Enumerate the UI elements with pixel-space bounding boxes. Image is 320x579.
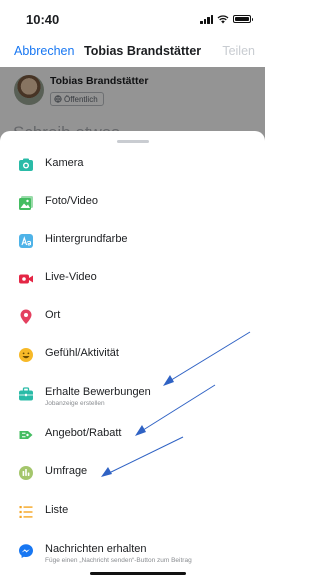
menu-item-label: Kamera — [45, 157, 84, 169]
menu-item-live-video[interactable]: Live-Video — [0, 263, 265, 301]
menu-item-label: Foto/Video — [45, 195, 99, 207]
menu-item-sublabel: Jobanzeige erstellen — [45, 400, 105, 407]
sheet-drag-handle[interactable] — [117, 140, 149, 143]
menu-item-label: Angebot/Rabatt — [45, 427, 122, 439]
home-indicator — [90, 572, 186, 575]
composer-nav-bar: Abbrechen Tobias Brandstätter Teilen — [0, 38, 265, 66]
poll-icon — [18, 465, 34, 481]
wifi-icon — [217, 14, 229, 23]
menu-item-label: Ort — [45, 309, 61, 321]
menu-item-label: Hintergrundfarbe — [45, 233, 128, 245]
menu-item-label: Umfrage — [45, 465, 88, 477]
post-options-sheet: Kamera Foto/Video Hintergrundfarbe Live-… — [0, 131, 265, 579]
camera-icon — [18, 157, 34, 173]
messenger-icon — [18, 543, 34, 559]
cancel-button[interactable]: Abbrechen — [14, 44, 74, 58]
menu-item-label: Live-Video — [45, 271, 97, 283]
menu-item-kamera[interactable]: Kamera — [0, 149, 265, 187]
status-icons — [200, 14, 253, 24]
location-pin-icon — [18, 309, 34, 325]
live-video-icon — [18, 271, 34, 287]
list-icon — [18, 504, 34, 520]
menu-item-hintergrundfarbe[interactable]: Hintergrundfarbe — [0, 225, 265, 263]
status-time: 10:40 — [26, 12, 60, 27]
text-background-icon — [18, 233, 34, 249]
menu-item-erhalte-bewerbungen[interactable]: Erhalte Bewerbungen Jobanzeige erstellen — [0, 378, 265, 416]
menu-item-label: Liste — [45, 504, 69, 516]
photo-icon — [18, 195, 34, 211]
menu-item-liste[interactable]: Liste — [0, 496, 265, 534]
menu-item-angebot-rabatt[interactable]: Angebot/Rabatt — [0, 419, 265, 457]
menu-item-gefuehl-aktivitaet[interactable]: Gefühl/Aktivität — [0, 339, 265, 377]
share-button[interactable]: Teilen — [222, 44, 255, 58]
menu-item-label: Erhalte Bewerbungen — [45, 386, 151, 398]
menu-item-sublabel: Füge einen „Nachricht senden“-Button zum… — [45, 557, 192, 564]
signal-icon — [200, 14, 213, 24]
battery-icon — [233, 15, 253, 23]
menu-item-ort[interactable]: Ort — [0, 301, 265, 339]
status-bar: 10:40 — [0, 0, 265, 36]
menu-item-nachrichten-erhalten[interactable]: Nachrichten erhalten Füge einen „Nachric… — [0, 535, 265, 573]
menu-item-foto-video[interactable]: Foto/Video — [0, 187, 265, 225]
menu-item-umfrage[interactable]: Umfrage — [0, 457, 265, 495]
page-title: Tobias Brandstätter — [84, 44, 202, 58]
offer-tag-icon — [18, 427, 34, 443]
emoji-icon — [18, 347, 34, 363]
menu-item-label: Gefühl/Aktivität — [45, 347, 119, 359]
briefcase-icon — [18, 386, 34, 402]
menu-item-label: Nachrichten erhalten — [45, 543, 147, 555]
